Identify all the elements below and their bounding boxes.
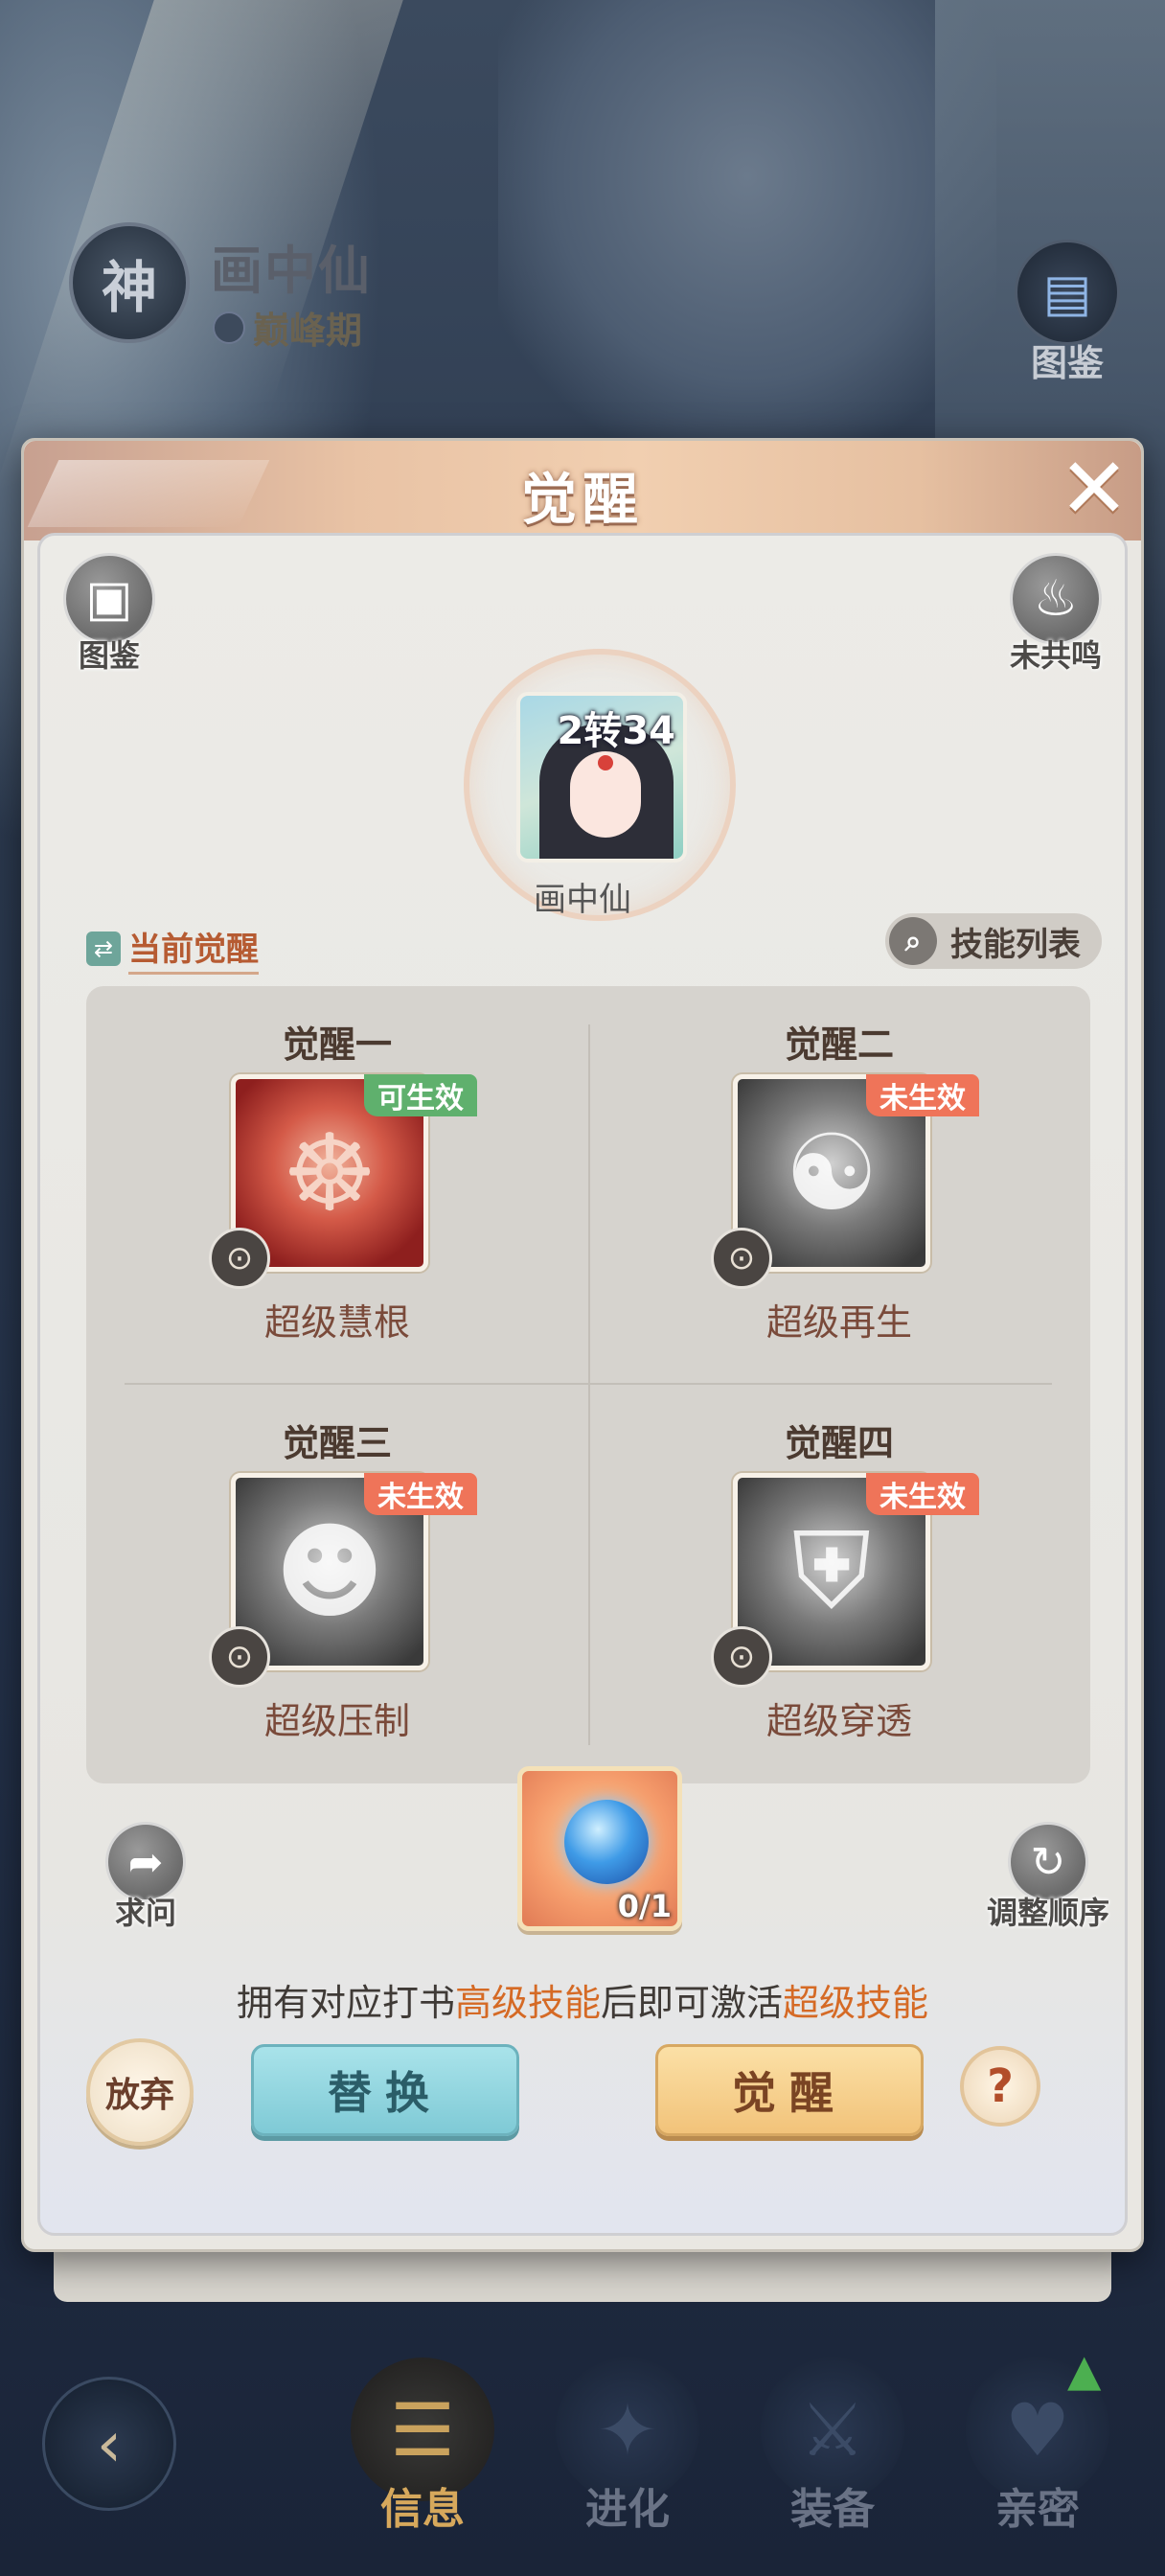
skill-list-label: 技能列表: [950, 925, 1081, 964]
nav-evolve[interactable]: ✦ 进化: [546, 2358, 709, 2559]
item-count: 0/1: [617, 1888, 672, 1924]
slot-skill-name: 超级再生: [765, 1301, 912, 1344]
awaken-slots-panel: 觉醒一 ☸ 可生效 ⊙ 超级慧根 觉醒二 ☯ 未生效 ⊙ 超级再生 觉醒三 ☻ …: [86, 986, 1090, 1783]
unlock-icon[interactable]: ⊙: [209, 1626, 270, 1688]
character-name: 画中仙: [211, 240, 372, 301]
skill-list-button[interactable]: ⌕ 技能列表: [885, 913, 1102, 969]
arrow-up-icon: ▲: [1067, 2344, 1102, 2396]
portrait-gem: [598, 755, 613, 770]
nav-info[interactable]: ☰ 信息: [341, 2358, 504, 2559]
portrait-level: 2转34: [557, 709, 676, 753]
bg-codex-button[interactable]: ▤ 图鉴: [1010, 240, 1125, 384]
slot-title: 觉醒四: [784, 1422, 894, 1464]
status-badge: 未生效: [364, 1473, 477, 1515]
bg-cloud: [498, 0, 996, 441]
ask-button[interactable]: ➦ 求问: [105, 1822, 186, 1933]
modal-title: 觉醒: [520, 467, 644, 532]
resonance-button[interactable]: ♨ 未共鸣: [1009, 553, 1102, 676]
hint-highlight-2: 超级技能: [783, 1982, 929, 2024]
stage-icon: [213, 310, 245, 344]
abandon-button[interactable]: 放弃: [86, 2038, 194, 2146]
nav-info-label: 信息: [380, 2485, 465, 2534]
awaken-slot-1[interactable]: 觉醒一 ☸ 可生效 ⊙ 超级慧根: [86, 986, 588, 1385]
back-button[interactable]: ‹: [42, 2377, 176, 2511]
nav-evolve-label: 进化: [585, 2485, 670, 2534]
awaken-swap-icon: ⇄: [86, 932, 121, 966]
search-icon: ⌕: [889, 917, 937, 965]
slot-skill-name: 超级慧根: [263, 1301, 410, 1344]
unlock-icon[interactable]: ⊙: [711, 1228, 772, 1289]
nav-equip[interactable]: ⚔ 装备: [751, 2358, 914, 2559]
book-paw-icon: ▤: [1015, 240, 1120, 345]
nav-equip-label: 装备: [790, 2485, 875, 2534]
awaken-slot-2[interactable]: 觉醒二 ☯ 未生效 ⊙ 超级再生: [588, 986, 1090, 1385]
modal-body: ▣ 图鉴 ♨ 未共鸣 2转34 画中仙 ⇄ 当前觉醒 ⌕ 技能列表 觉醒一 ☸ …: [37, 533, 1128, 2236]
hint-highlight-1: 高级技能: [454, 1982, 601, 2024]
replace-button[interactable]: 替换: [251, 2044, 519, 2136]
unlock-icon[interactable]: ⊙: [209, 1228, 270, 1289]
modal-header: 觉醒 ✕: [24, 439, 1141, 540]
stage-label: 巅峰期: [213, 301, 362, 354]
awaken-slot-4[interactable]: 觉醒四 ⛨ 未生效 ⊙ 超级穿透: [588, 1385, 1090, 1783]
hint-part-1: 拥有对应打书: [236, 1982, 455, 2024]
slot-title: 觉醒三: [282, 1422, 392, 1464]
ask-label: 求问: [114, 1895, 176, 1931]
slot-skill-name: 超级穿透: [765, 1700, 912, 1742]
bottom-nav: ‹ ☰ 信息 ✦ 进化 ⚔ 装备 ♥ 亲密 ▲: [0, 2338, 1165, 2576]
status-badge: 未生效: [866, 1074, 979, 1116]
reorder-label: 调整顺序: [986, 1895, 1109, 1931]
awaken-modal: 觉醒 ✕ ▣ 图鉴 ♨ 未共鸣 2转34 画中仙 ⇄ 当前觉醒 ⌕ 技能列表 觉…: [21, 438, 1144, 2252]
unlock-icon[interactable]: ⊙: [711, 1626, 772, 1688]
spirit-orb-icon: [564, 1800, 649, 1884]
awaken-slot-3[interactable]: 觉醒三 ☻ 未生效 ⊙ 超级压制: [86, 1385, 588, 1783]
character-portrait[interactable]: 2转34: [516, 692, 687, 862]
slot-title: 觉醒二: [784, 1024, 894, 1066]
current-awaken-label[interactable]: ⇄ 当前觉醒: [86, 923, 259, 975]
slot-skill-name: 超级压制: [263, 1700, 410, 1742]
god-rank-badge: 神: [69, 222, 190, 343]
slot-title: 觉醒一: [282, 1024, 392, 1066]
close-icon: ✕: [1059, 438, 1130, 538]
status-badge: 可生效: [364, 1074, 477, 1116]
current-awaken-text: 当前觉醒: [128, 923, 259, 975]
awaken-hint: 拥有对应打书高级技能后即可激活超级技能: [40, 1973, 1125, 2026]
awaken-button[interactable]: 觉醒: [655, 2044, 924, 2136]
close-button[interactable]: ✕: [1051, 439, 1137, 538]
badge-glyph: 神: [101, 255, 157, 320]
stage-text: 巅峰期: [253, 310, 363, 352]
awaken-item-slot[interactable]: 0/1: [517, 1766, 682, 1931]
codex-button[interactable]: ▣ 图鉴: [63, 553, 155, 676]
nav-intimacy-label: 亲密: [995, 2485, 1080, 2534]
back-arrow-icon: ‹: [96, 2406, 123, 2481]
status-badge: 未生效: [866, 1473, 979, 1515]
codex-label: 图鉴: [78, 637, 140, 674]
bg-codex-label: 图鉴: [1030, 342, 1104, 384]
hint-part-2: 后即可激活: [601, 1982, 784, 2024]
help-button[interactable]: ?: [960, 2046, 1040, 2127]
underlay-strip: [54, 2244, 1111, 2302]
reorder-button[interactable]: ↻ 调整顺序: [987, 1822, 1109, 1933]
resonance-label: 未共鸣: [1009, 637, 1102, 674]
